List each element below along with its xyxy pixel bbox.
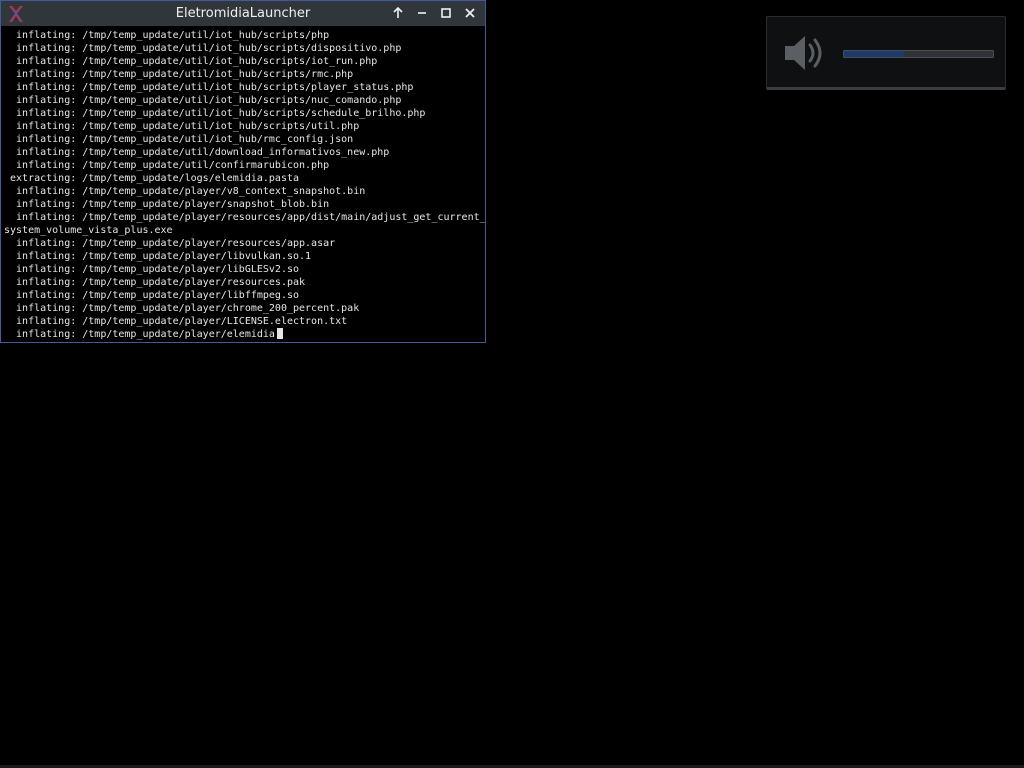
keep-above-button[interactable] — [389, 4, 407, 22]
terminal-line: inflating: /tmp/temp_update/util/iot_hub… — [4, 134, 354, 145]
terminal-cursor — [276, 328, 283, 339]
terminal-line: inflating: /tmp/temp_update/util/iot_hub… — [4, 82, 414, 93]
terminal-lines: inflating: /tmp/temp_update/util/iot_hub… — [1, 27, 485, 341]
terminal-line: inflating: /tmp/temp_update/util/iot_hub… — [4, 43, 402, 54]
terminal-line: inflating: /tmp/temp_update/util/iot_hub… — [4, 95, 402, 106]
terminal-line: inflating: /tmp/temp_update/util/iot_hub… — [4, 30, 330, 41]
terminal-line: inflating: /tmp/temp_update/util/iot_hub… — [4, 56, 378, 67]
window-controls — [389, 4, 479, 22]
terminal-line: inflating: /tmp/temp_update/player/chrom… — [4, 303, 360, 314]
terminal-line: inflating: /tmp/temp_update/player/v8_co… — [4, 186, 366, 197]
maximize-icon — [441, 8, 451, 18]
terminal-line: inflating: /tmp/temp_update/player/libff… — [4, 290, 300, 301]
terminal-line: inflating: /tmp/temp_update/util/downloa… — [4, 147, 390, 158]
terminal-line: inflating: /tmp/temp_update/player/resou… — [4, 212, 485, 223]
window-titlebar[interactable]: EletromidiaLauncher — [1, 1, 485, 26]
maximize-button[interactable] — [437, 4, 455, 22]
terminal-line: inflating: /tmp/temp_update/player/libGL… — [4, 264, 300, 275]
minimize-icon — [418, 12, 426, 14]
volume-osd — [766, 16, 1006, 90]
terminal-line: inflating: /tmp/temp_update/player/LICEN… — [4, 316, 348, 327]
terminal-output[interactable]: inflating: /tmp/temp_update/util/iot_hub… — [1, 27, 485, 342]
terminal-line: inflating: /tmp/temp_update/util/iot_hub… — [4, 108, 426, 119]
terminal-window[interactable]: EletromidiaLauncher inflating: /tmp/temp… — [0, 0, 486, 343]
desktop: EletromidiaLauncher inflating: /tmp/temp… — [0, 0, 1024, 768]
terminal-line: inflating: /tmp/temp_update/player/snaps… — [4, 199, 330, 210]
terminal-line: inflating: /tmp/temp_update/util/confirm… — [4, 160, 330, 171]
arrow-up-icon — [393, 7, 403, 18]
terminal-line: inflating: /tmp/temp_update/player/resou… — [4, 238, 336, 249]
terminal-line: inflating: /tmp/temp_update/util/iot_hub… — [4, 69, 354, 80]
x-logo-icon[interactable] — [7, 5, 25, 23]
terminal-line: inflating: /tmp/temp_update/player/libvu… — [4, 251, 312, 262]
volume-level-bar — [843, 50, 994, 58]
terminal-line: extracting: /tmp/temp_update/logs/elemid… — [4, 173, 300, 184]
terminal-line: inflating: /tmp/temp_update/player/elemi… — [4, 328, 485, 341]
terminal-line: system_volume_vista_plus.exe — [4, 225, 173, 236]
volume-level-fill — [844, 51, 904, 57]
close-icon — [465, 8, 475, 18]
terminal-line: inflating: /tmp/temp_update/util/iot_hub… — [4, 121, 360, 132]
speaker-muted-icon — [781, 29, 829, 77]
terminal-line: inflating: /tmp/temp_update/player/resou… — [4, 277, 306, 288]
minimize-button[interactable] — [413, 4, 431, 22]
close-button[interactable] — [461, 4, 479, 22]
